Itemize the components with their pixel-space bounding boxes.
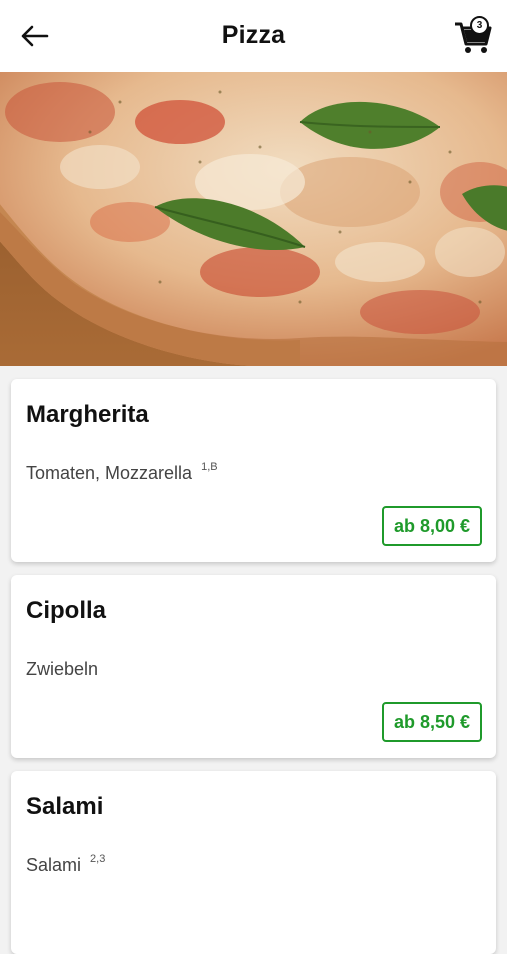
product-card[interactable]: Margherita Tomaten, Mozzarella 1,B ab 8,0… (11, 379, 496, 562)
product-name: Salami (26, 793, 104, 820)
product-ingredients: Tomaten, Mozzarella (26, 463, 193, 483)
product-card[interactable]: Salami Salami 2,3 (11, 771, 496, 954)
page-title: Pizza (221, 20, 286, 49)
product-description: Tomaten, Mozzarella 1,B (26, 461, 218, 484)
product-card[interactable]: Cipolla Zwiebeln ab 8,50 € (11, 575, 496, 758)
price-button[interactable]: ab 8,00 € (381, 506, 482, 546)
product-description: Zwiebeln (26, 659, 98, 680)
product-ingredients: Salami (26, 855, 82, 875)
product-name: Cipolla (26, 597, 107, 624)
category-hero-image (0, 72, 507, 366)
product-footnotes: 2,3 (90, 853, 106, 865)
product-description: Salami 2,3 (26, 853, 106, 876)
top-app-bar: Pizza 3 (0, 0, 507, 72)
cart-count-badge: 3 (470, 16, 489, 35)
product-ingredients: Zwiebeln (26, 659, 99, 679)
product-name: Margherita (26, 401, 149, 428)
price-button[interactable]: ab 8,50 € (381, 702, 482, 742)
product-footnotes: 1,B (201, 461, 218, 473)
cart-button[interactable]: 3 (450, 14, 494, 58)
